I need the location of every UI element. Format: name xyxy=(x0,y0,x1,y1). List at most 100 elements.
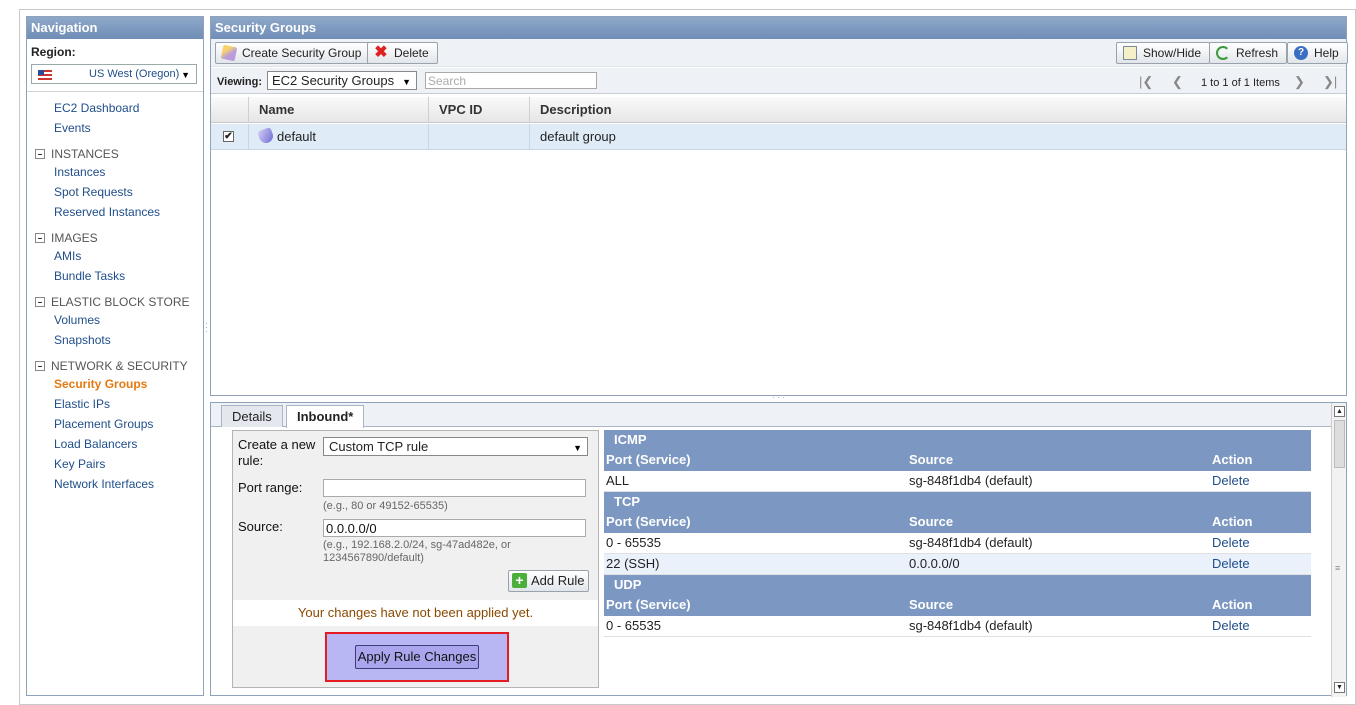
rule-row: 0 - 65535 sg-848f1db4 (default) Delete xyxy=(604,533,1311,554)
help-button[interactable]: ? Help xyxy=(1287,42,1348,64)
nav-section-ebs[interactable]: ELASTIC BLOCK STORE xyxy=(35,295,190,309)
nav-section-images[interactable]: IMAGES xyxy=(35,231,98,245)
row-name-cell: default xyxy=(249,124,429,150)
source-input[interactable] xyxy=(323,519,586,537)
delete-rule-link[interactable]: Delete xyxy=(1212,554,1250,574)
delete-rule-link[interactable]: Delete xyxy=(1212,616,1250,636)
delete-x-icon: ✖ xyxy=(374,44,388,61)
collapse-icon[interactable] xyxy=(35,297,45,307)
pager-text: 1 to 1 of 1 Items xyxy=(1201,77,1280,89)
rule-row: ALL sg-848f1db4 (default) Delete xyxy=(604,471,1311,492)
row-vpc-id-cell xyxy=(429,124,530,150)
security-groups-panel: Security Groups Create Security Group ✖ … xyxy=(210,16,1348,396)
detail-scrollbar[interactable]: ▲ ≡ ▼ xyxy=(1331,403,1346,697)
add-rule-button[interactable]: + Add Rule xyxy=(508,570,590,592)
nav-item-placement-groups[interactable]: Placement Groups xyxy=(54,417,153,431)
nav-section-instances[interactable]: INSTANCES xyxy=(35,147,119,161)
show-hide-button[interactable]: Show/Hide xyxy=(1116,42,1211,64)
nav-item-elastic-ips[interactable]: Elastic IPs xyxy=(54,397,110,411)
shield-add-icon xyxy=(220,44,238,62)
nav-item-spot-requests[interactable]: Spot Requests xyxy=(54,185,133,199)
row-select-cell[interactable]: ✔ xyxy=(211,124,249,150)
nav-item-security-groups[interactable]: Security Groups xyxy=(54,377,147,391)
nav-item-instances[interactable]: Instances xyxy=(54,165,105,179)
last-page-icon[interactable]: ❯| xyxy=(1323,74,1337,90)
chevron-down-icon: ▼ xyxy=(402,77,411,87)
detail-tabs: Details Inbound* xyxy=(211,403,1331,428)
collapse-icon[interactable] xyxy=(35,361,45,371)
nav-item-load-balancers[interactable]: Load Balancers xyxy=(54,437,137,451)
row-description-cell: default group xyxy=(540,129,616,144)
table-header: Name VPC ID Description xyxy=(211,97,1346,123)
new-rule-form: Create a new rule: Custom TCP rule ▼ Por… xyxy=(232,430,599,688)
vertical-splitter[interactable]: · · · xyxy=(205,320,208,336)
nav-item-volumes[interactable]: Volumes xyxy=(54,313,100,327)
navigation-title: Navigation xyxy=(27,17,203,39)
security-group-icon xyxy=(257,127,275,145)
search-input[interactable] xyxy=(425,72,597,89)
port-range-input[interactable] xyxy=(323,479,586,497)
columns-icon xyxy=(1123,46,1137,60)
nav-item-bundle-tasks[interactable]: Bundle Tasks xyxy=(54,269,125,283)
select-column-header[interactable] xyxy=(211,97,249,123)
create-security-group-button[interactable]: Create Security Group xyxy=(215,42,371,64)
rule-columns-header: Port (Service) Source Action xyxy=(604,450,1311,471)
nav-item-network-interfaces[interactable]: Network Interfaces xyxy=(54,477,154,491)
nav-item-amis[interactable]: AMIs xyxy=(54,249,81,263)
detail-panel: Details Inbound* Create a new rule: Cust… xyxy=(210,402,1347,697)
column-header-name[interactable]: Name xyxy=(249,97,429,123)
column-header-vpc-id[interactable]: VPC ID xyxy=(429,97,530,123)
tab-details[interactable]: Details xyxy=(221,405,283,427)
column-header-description[interactable]: Description xyxy=(530,97,830,123)
nav-divider xyxy=(27,91,203,92)
nav-section-network-security[interactable]: NETWORK & SECURITY xyxy=(35,359,188,373)
port-range-hint: (e.g., 80 or 49152-65535) xyxy=(323,500,448,512)
table-row[interactable]: ✔ default default group xyxy=(211,124,1346,150)
region-value: US West (Oregon) xyxy=(89,68,180,80)
port-range-label: Port range: xyxy=(238,480,303,495)
apply-highlight-box: Apply Rule Changes xyxy=(325,632,509,682)
page-title: Security Groups xyxy=(211,17,1346,39)
source-hint: (e.g., 192.168.2.0/24, sg-47ad482e, or 1… xyxy=(323,539,511,564)
rule-columns-header: Port (Service) Source Action xyxy=(604,512,1311,533)
view-filter-bar: Viewing: EC2 Security Groups ▼ |❮ ❮ 1 to… xyxy=(211,68,1346,94)
nav-item-snapshots[interactable]: Snapshots xyxy=(54,333,111,347)
refresh-button[interactable]: Refresh xyxy=(1209,42,1288,64)
scroll-thumb[interactable] xyxy=(1334,420,1345,468)
plus-icon: + xyxy=(512,573,527,588)
chevron-down-icon: ▼ xyxy=(573,443,582,453)
unsaved-changes-notice: Your changes have not been applied yet. xyxy=(233,600,598,626)
rule-group-tcp: TCP xyxy=(604,492,1311,512)
rule-row: 22 (SSH) 0.0.0.0/0 Delete xyxy=(604,554,1311,575)
rule-type-select[interactable]: Custom TCP rule ▼ xyxy=(323,437,588,456)
scroll-grip-icon: ≡ xyxy=(1335,563,1341,573)
chevron-down-icon: ▼ xyxy=(181,70,190,80)
next-page-icon[interactable]: ❯ xyxy=(1294,74,1305,90)
viewing-select[interactable]: EC2 Security Groups ▼ xyxy=(267,71,417,90)
us-flag-icon xyxy=(38,70,52,80)
source-label: Source: xyxy=(238,519,283,534)
refresh-icon xyxy=(1216,46,1230,60)
nav-item-ec2-dashboard[interactable]: EC2 Dashboard xyxy=(54,101,139,115)
region-label: Region: xyxy=(31,45,76,59)
navigation-panel: Navigation Region: US West (Oregon) ▼ EC… xyxy=(26,16,204,696)
apply-rule-changes-button[interactable]: Apply Rule Changes xyxy=(355,645,479,669)
nav-item-reserved-instances[interactable]: Reserved Instances xyxy=(54,205,160,219)
delete-rule-link[interactable]: Delete xyxy=(1212,533,1250,553)
nav-item-key-pairs[interactable]: Key Pairs xyxy=(54,457,105,471)
collapse-icon[interactable] xyxy=(35,149,45,159)
delete-rule-link[interactable]: Delete xyxy=(1212,471,1250,491)
rule-group-udp: UDP xyxy=(604,575,1311,595)
tab-inbound[interactable]: Inbound* xyxy=(286,405,365,428)
create-rule-label: Create a new rule: xyxy=(238,437,316,468)
delete-button[interactable]: ✖ Delete xyxy=(367,42,438,64)
collapse-icon[interactable] xyxy=(35,233,45,243)
nav-item-events[interactable]: Events xyxy=(54,121,91,135)
scroll-down-icon[interactable]: ▼ xyxy=(1334,682,1345,693)
viewing-label: Viewing: xyxy=(217,76,263,88)
scroll-up-icon[interactable]: ▲ xyxy=(1334,406,1345,417)
region-select[interactable]: US West (Oregon) ▼ xyxy=(31,64,197,84)
row-checkbox[interactable]: ✔ xyxy=(223,131,234,142)
first-page-icon[interactable]: |❮ xyxy=(1139,74,1153,90)
prev-page-icon[interactable]: ❮ xyxy=(1172,74,1183,90)
